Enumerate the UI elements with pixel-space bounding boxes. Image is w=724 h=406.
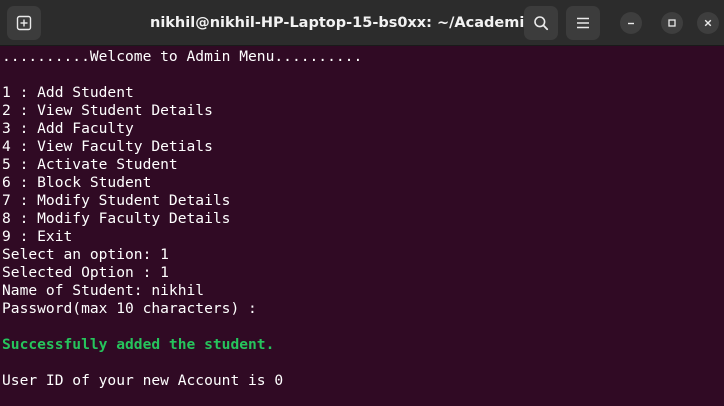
menu-option-exit: 9 : Exit <box>2 228 73 245</box>
terminal-window: nikhil@nikhil-HP-Laptop-15-bs0xx: ~/Acad… <box>0 0 724 406</box>
minimize-icon <box>626 18 636 28</box>
user-id-line: User ID of your new Account is 0 <box>2 372 284 389</box>
close-button[interactable] <box>697 12 719 34</box>
menu-option-add-faculty: 3 : Add Faculty <box>2 120 134 137</box>
maximize-icon <box>667 18 677 28</box>
window-title: nikhil@nikhil-HP-Laptop-15-bs0xx: ~/Acad… <box>150 15 534 31</box>
hamburger-menu-icon <box>575 15 591 31</box>
menu-option-activate-student: 5 : Activate Student <box>2 156 178 173</box>
terminal-output[interactable]: ..........Welcome to Admin Menu.........… <box>2 48 724 406</box>
menu-option-view-student: 2 : View Student Details <box>2 102 213 119</box>
maximize-button[interactable] <box>661 12 683 34</box>
search-icon <box>533 15 549 31</box>
student-name-line: Name of Student: nikhil <box>2 282 205 299</box>
menu-option-add-student: 1 : Add Student <box>2 84 134 101</box>
new-tab-icon <box>16 15 32 31</box>
title-bar: nikhil@nikhil-HP-Laptop-15-bs0xx: ~/Acad… <box>0 0 724 46</box>
menu-option-block-student: 6 : Block Student <box>2 174 152 191</box>
success-message: Successfully added the student. <box>2 336 275 353</box>
close-icon <box>703 18 713 28</box>
menu-option-modify-faculty: 8 : Modify Faculty Details <box>2 210 231 227</box>
menu-button[interactable] <box>566 6 600 40</box>
select-option-prompt: Select an option: 1 <box>2 246 169 263</box>
new-tab-button[interactable] <box>7 6 41 40</box>
selected-option-line: Selected Option : 1 <box>2 264 169 281</box>
welcome-line: ..........Welcome to Admin Menu.........… <box>2 48 363 65</box>
menu-option-modify-student: 7 : Modify Student Details <box>2 192 231 209</box>
menu-option-view-faculty: 4 : View Faculty Detials <box>2 138 213 155</box>
search-button[interactable] <box>524 6 558 40</box>
minimize-button[interactable] <box>620 12 642 34</box>
password-prompt: Password(max 10 characters) : <box>2 300 257 317</box>
